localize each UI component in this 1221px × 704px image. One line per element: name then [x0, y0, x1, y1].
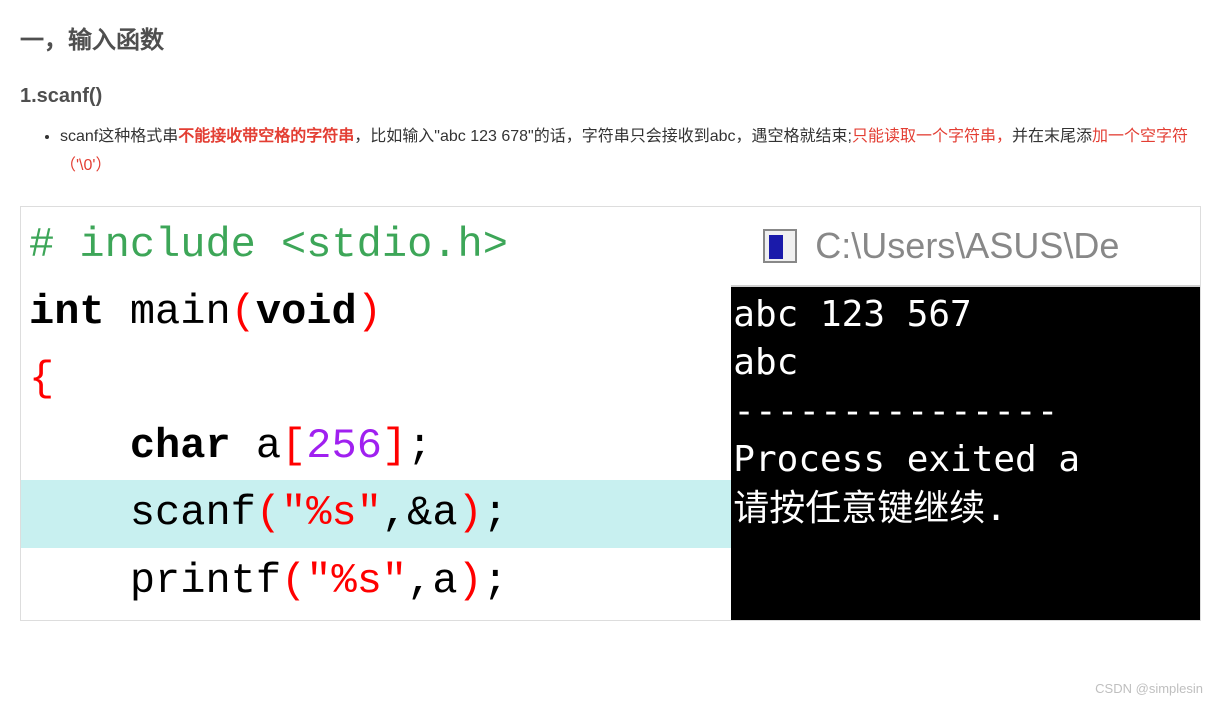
paren: (	[256, 489, 281, 537]
list-item: scanf这种格式串不能接收带空格的字符串，比如输入"abc 123 678"的…	[60, 123, 1201, 181]
paren: (	[281, 557, 306, 605]
identifier: a	[231, 422, 281, 470]
args: ,a	[407, 557, 457, 605]
keyword: int	[29, 288, 105, 336]
console-line: abc 123 567	[733, 291, 1192, 340]
code-panel: # include <stdio.h> int main(void) { cha…	[21, 207, 731, 620]
console-line: 请按任意键继续.	[733, 485, 1192, 534]
console-line: ---------------	[733, 388, 1192, 437]
semicolon: ;	[483, 557, 508, 605]
preproc: #	[29, 221, 79, 269]
identifier: main	[105, 288, 231, 336]
text: 并在末尾添	[1012, 128, 1092, 145]
identifier: printf	[130, 557, 281, 605]
bullet-list: scanf这种格式串不能接收带空格的字符串，比如输入"abc 123 678"的…	[20, 123, 1201, 181]
keyword: void	[256, 288, 357, 336]
indent	[29, 422, 130, 470]
text: ，比如输入"abc 123 678"的话，字符串只会接收到abc，遇空格就结束;	[354, 128, 852, 145]
brace: {	[29, 355, 54, 403]
watermark: CSDN @simplesin	[1095, 681, 1203, 696]
semicolon: ;	[407, 422, 432, 470]
number: 256	[306, 422, 382, 470]
console-line: Process exited a	[733, 436, 1192, 485]
code-line: int main(void)	[21, 279, 731, 346]
text-red: 只能读取一个字符串，	[852, 128, 1012, 145]
code-line-highlighted: scanf("%s",&a);	[21, 480, 731, 547]
string: "%s"	[306, 557, 407, 605]
args: ,&a	[382, 489, 458, 537]
string: "%s"	[281, 489, 382, 537]
text-bold-red: 不能接收带空格的字符串	[178, 128, 354, 145]
bracket: [	[281, 422, 306, 470]
text: scanf这种格式串	[60, 128, 178, 145]
example-figure: # include <stdio.h> int main(void) { cha…	[20, 206, 1201, 621]
console-body: abc 123 567 abc --------------- Process …	[731, 287, 1200, 620]
section-title: 一，输入函数	[20, 20, 1201, 55]
bracket: ]	[382, 422, 407, 470]
code-line: {	[21, 346, 731, 413]
identifier: scanf	[130, 489, 256, 537]
code-line: printf("%s",a);	[21, 548, 731, 615]
sub-title: 1.scanf()	[20, 85, 1201, 108]
console-icon	[763, 229, 797, 263]
paren: (	[231, 288, 256, 336]
console-title: C:\Users\ASUS\De	[815, 225, 1119, 267]
preproc: include <stdio.h>	[79, 221, 507, 269]
paren: )	[458, 557, 483, 605]
indent	[29, 489, 130, 537]
code-line: char a[256];	[21, 413, 731, 480]
console-line: abc	[733, 339, 1192, 388]
paren: )	[458, 489, 483, 537]
code-line: # include <stdio.h>	[21, 212, 731, 279]
console-panel: C:\Users\ASUS\De abc 123 567 abc -------…	[731, 207, 1200, 620]
indent	[29, 557, 130, 605]
semicolon: ;	[483, 489, 508, 537]
keyword: char	[130, 422, 231, 470]
console-titlebar: C:\Users\ASUS\De	[731, 207, 1200, 287]
paren: )	[357, 288, 382, 336]
